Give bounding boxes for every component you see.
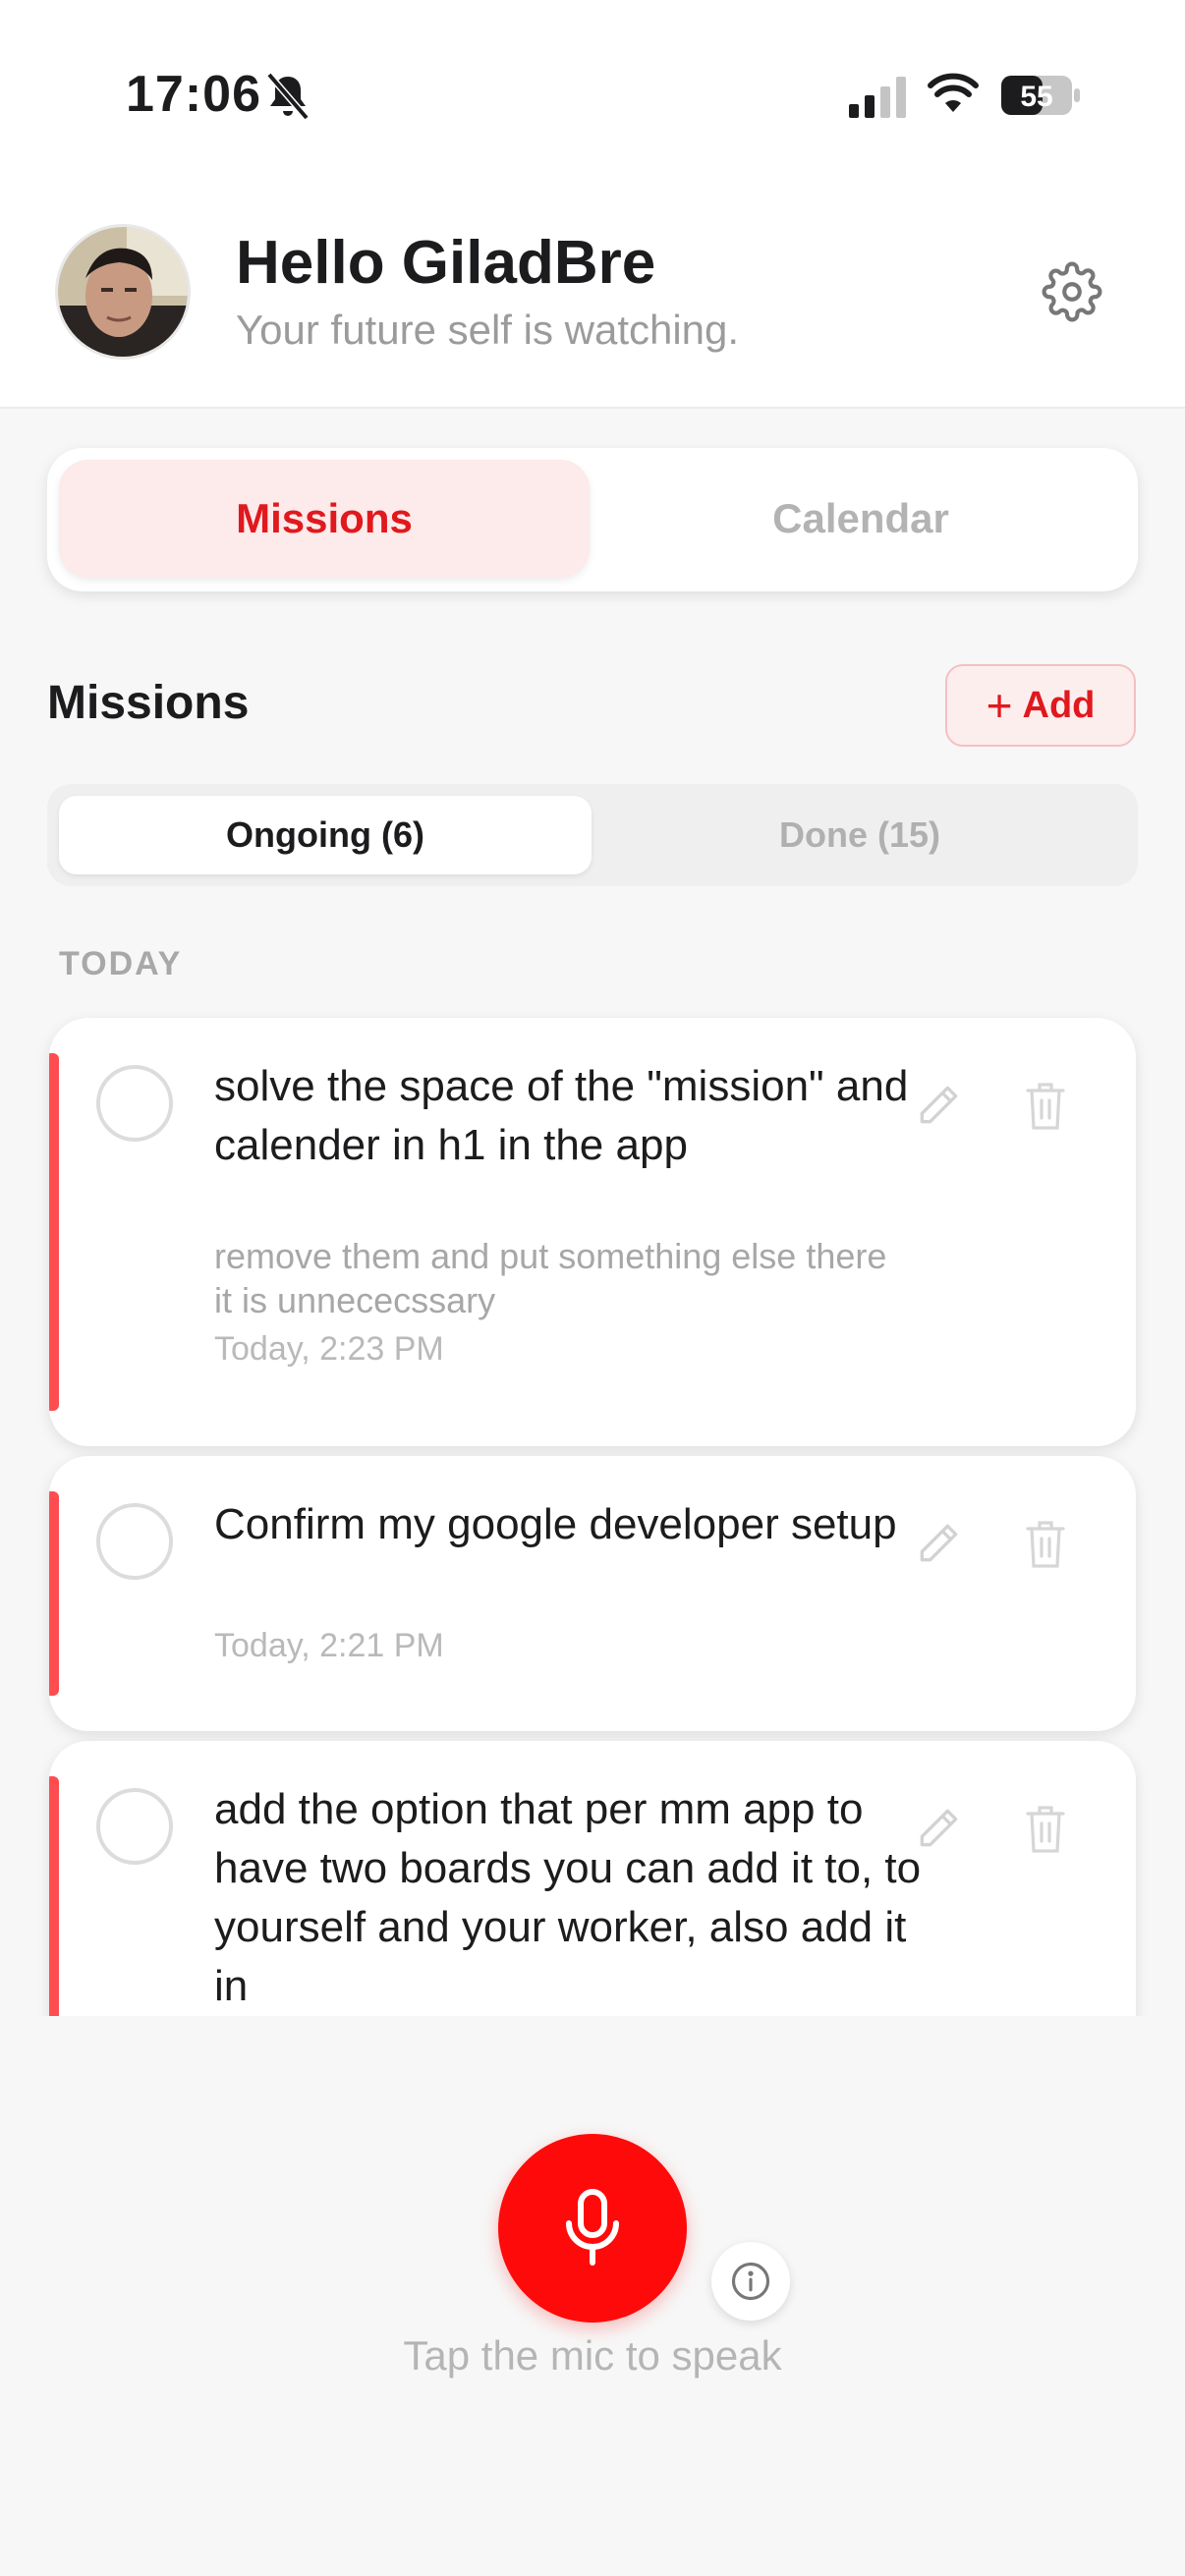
mic-hint: Tap the mic to speak (403, 2332, 782, 2379)
app-header: Hello GiladBre Your future self is watch… (0, 196, 1185, 409)
delete-trash-icon[interactable] (1024, 1519, 1067, 1570)
priority-bar (49, 1053, 59, 1411)
mission-list[interactable]: solve the space of the "mission" and cal… (0, 1002, 1185, 2016)
battery-level: 55 (1020, 81, 1052, 113)
add-mission-button[interactable]: + Add (945, 664, 1136, 747)
avatar-photo (58, 227, 188, 357)
status-filter: Ongoing (6) Done (15) (47, 784, 1138, 886)
avatar[interactable] (55, 224, 191, 360)
mission-title: solve the space of the "mission" and cal… (214, 1062, 909, 1169)
complete-checkbox[interactable] (96, 1503, 173, 1580)
status-time: 17:06 (126, 66, 261, 123)
microphone-icon (566, 2189, 619, 2266)
tab-missions[interactable]: Missions (59, 460, 590, 578)
greeting-subtitle: Your future self is watching. (236, 307, 740, 353)
filter-done[interactable]: Done (15) (593, 796, 1126, 874)
mission-title: Confirm my google developer setup (214, 1500, 897, 1548)
mic-button[interactable] (498, 2134, 687, 2323)
mission-title: add the option that per mm app to have t… (214, 1785, 922, 2010)
priority-bar (49, 1776, 59, 2016)
greeting-title: Hello GiladBre (236, 229, 656, 297)
battery-icon: 55 (1001, 76, 1080, 115)
filter-ongoing[interactable]: Ongoing (6) (59, 796, 592, 874)
info-button[interactable] (711, 2242, 790, 2321)
delete-trash-icon[interactable] (1024, 1804, 1067, 1855)
status-bar: 17:06 55 (0, 0, 1185, 196)
mission-description: remove them and put something else there… (214, 1236, 887, 1320)
mission-card[interactable]: Confirm my google developer setup Today,… (49, 1456, 1136, 1731)
view-switcher: Missions Calendar (47, 448, 1138, 591)
mission-time: Today, 2:23 PM (214, 1330, 444, 1368)
day-group-label: TODAY (59, 945, 183, 982)
wifi-icon (928, 73, 979, 112)
bell-muted-icon (266, 72, 310, 121)
signal-icon (849, 77, 906, 118)
mission-card[interactable]: add the option that per mm app to have t… (49, 1741, 1136, 2016)
mission-time: Today, 2:21 PM (214, 1627, 444, 1664)
settings-gear-icon[interactable] (1042, 261, 1102, 322)
delete-trash-icon[interactable] (1024, 1081, 1067, 1132)
tab-calendar[interactable]: Calendar (595, 460, 1126, 578)
complete-checkbox[interactable] (96, 1065, 173, 1142)
priority-bar (49, 1491, 59, 1696)
edit-pencil-icon[interactable] (914, 1081, 963, 1130)
plus-icon: + (986, 680, 1013, 731)
add-button-label: Add (1022, 684, 1096, 726)
section-title: Missions (47, 677, 250, 729)
complete-checkbox[interactable] (96, 1788, 173, 1865)
edit-pencil-icon[interactable] (914, 1519, 963, 1568)
edit-pencil-icon[interactable] (914, 1804, 963, 1853)
info-icon (731, 2262, 770, 2301)
mission-card[interactable]: solve the space of the "mission" and cal… (49, 1018, 1136, 1446)
